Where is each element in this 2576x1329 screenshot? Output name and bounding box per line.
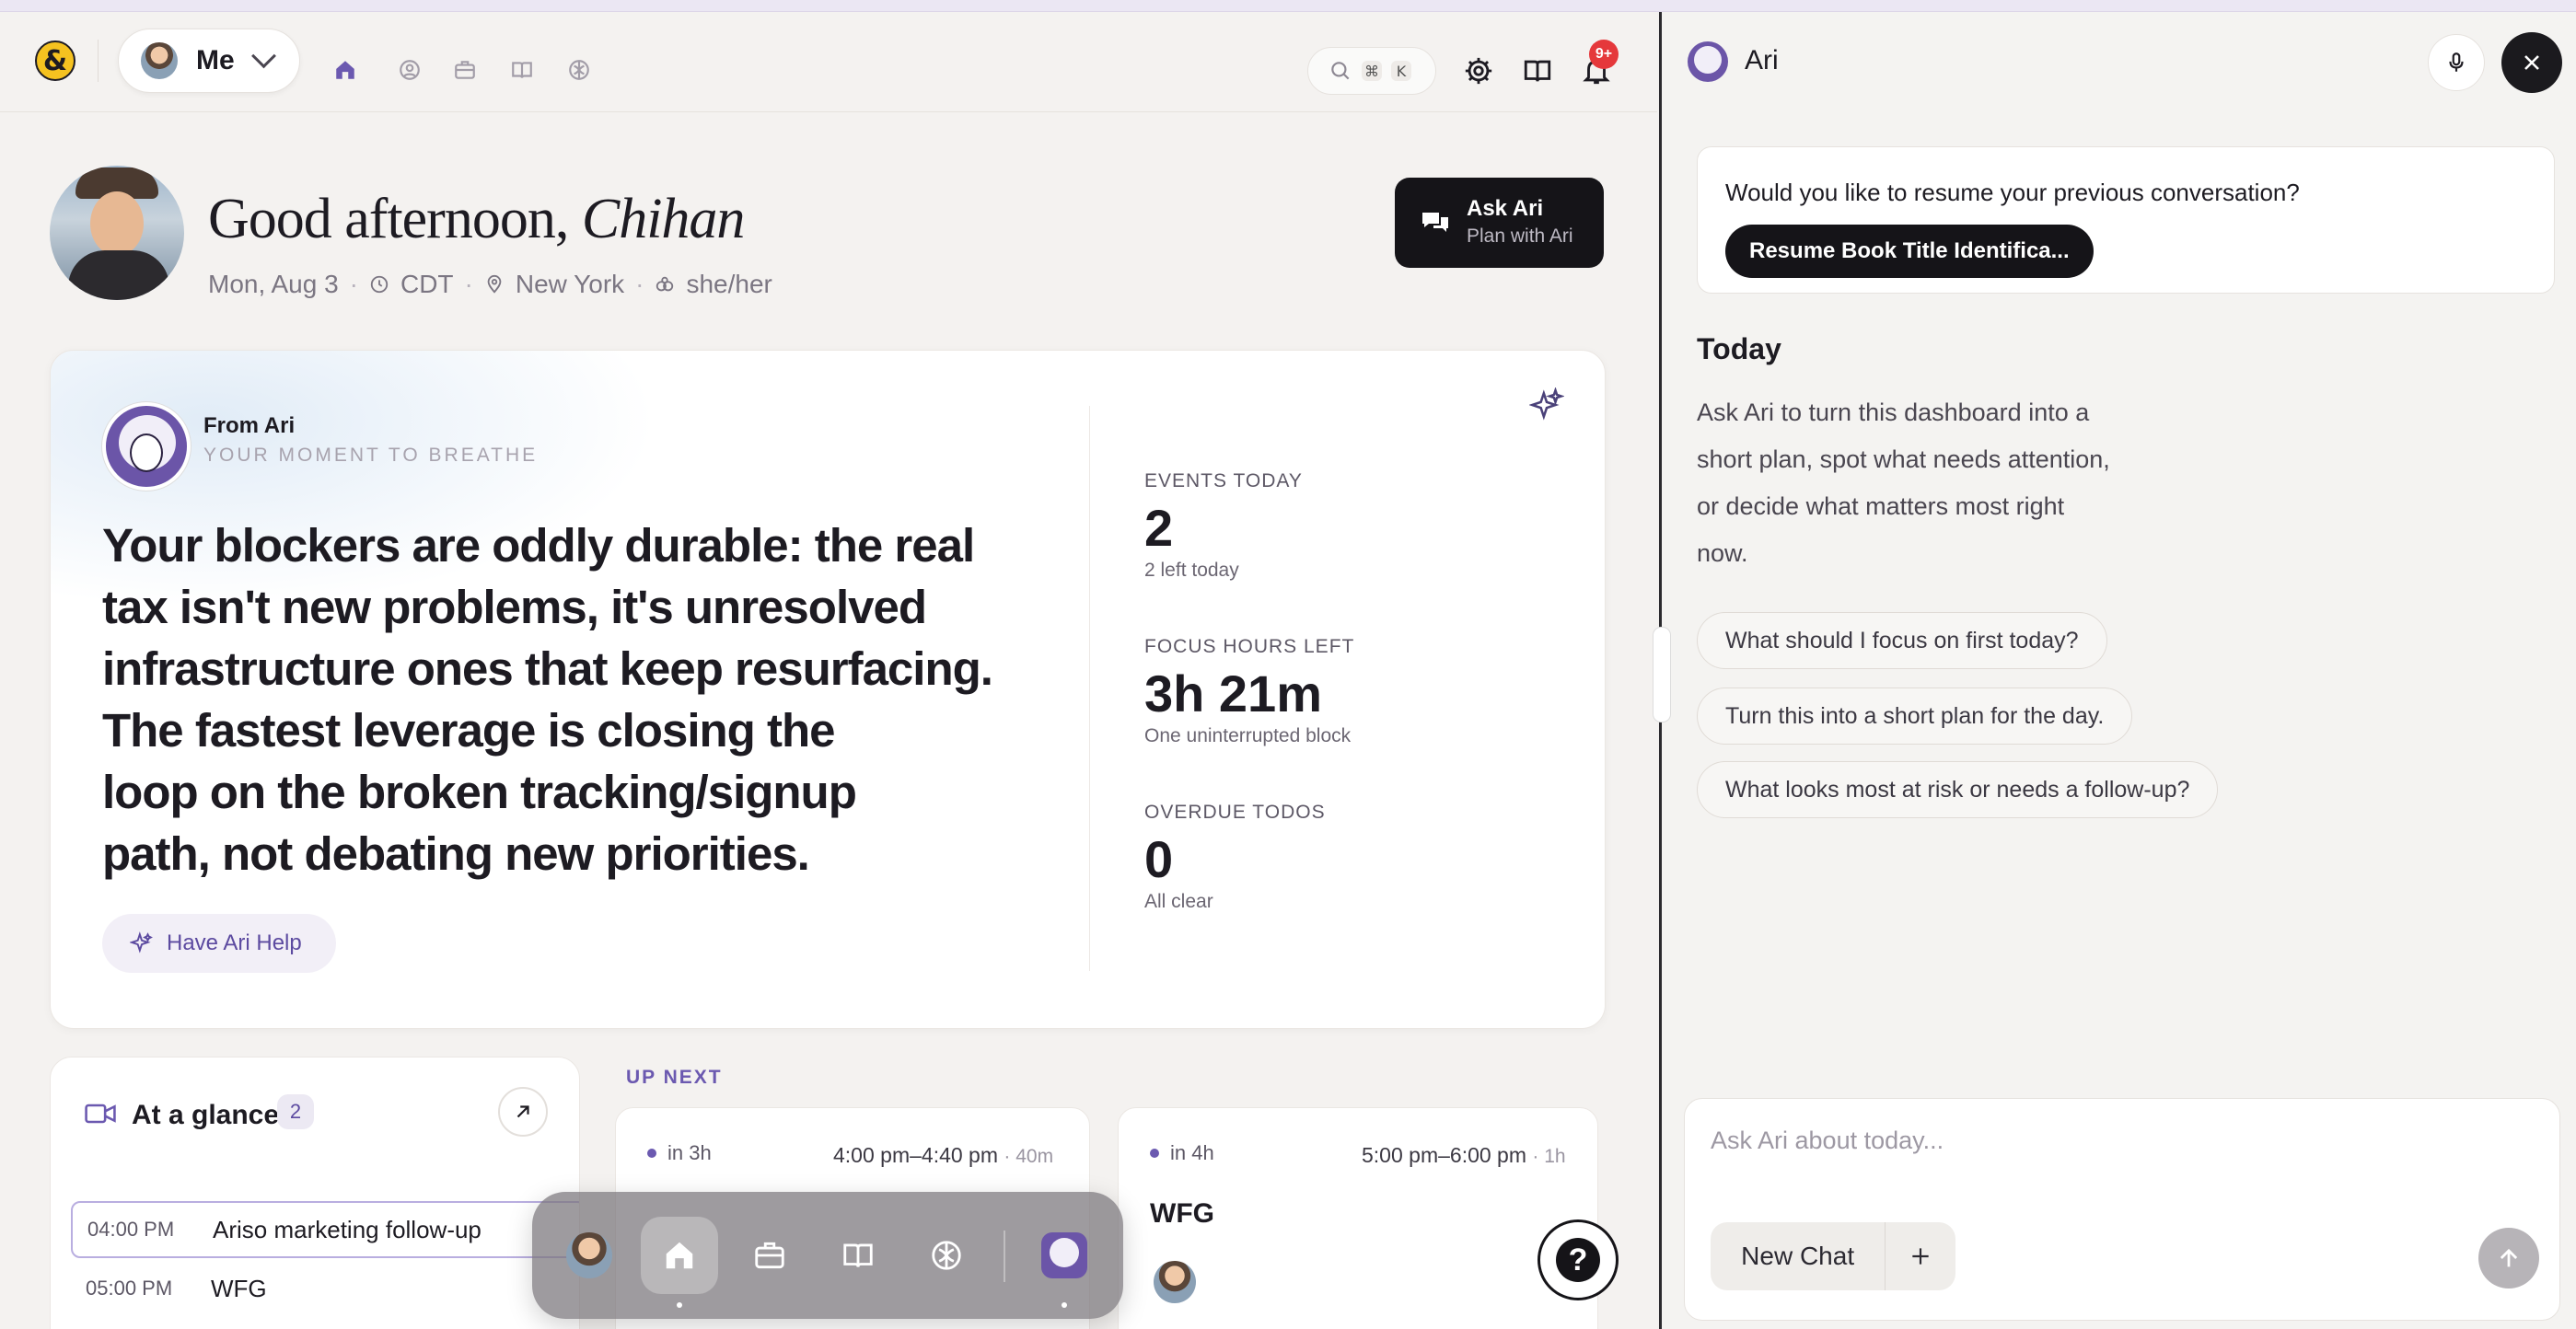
app-logo[interactable]: & [35, 40, 75, 81]
at-a-glance-count: 2 [277, 1094, 314, 1129]
question-mark-icon: ? [1556, 1238, 1600, 1282]
clock-icon [370, 275, 389, 294]
nav-briefcase-icon[interactable] [451, 56, 479, 84]
nav-book-icon[interactable] [508, 56, 536, 84]
suggestion-chip[interactable]: What should I focus on first today? [1697, 612, 2107, 669]
header-divider [98, 40, 99, 82]
arrow-up-right-icon [516, 1105, 529, 1118]
up-next-label: UP NEXT [626, 1067, 723, 1088]
ask-ari-subtitle: Plan with Ari [1467, 225, 1573, 247]
notifications-badge: 9+ [1589, 40, 1619, 69]
open-external-button[interactable] [498, 1087, 548, 1137]
nav-home-icon[interactable] [331, 56, 359, 84]
dock-separator [1004, 1231, 1005, 1282]
top-header: & Me ⌘ K 9+ [0, 12, 1657, 112]
shortcut-key-cmd: ⌘ [1362, 61, 1382, 81]
close-icon [2524, 55, 2539, 70]
card-subtitle: YOUR MOMENT TO BREATHE [203, 445, 539, 466]
library-book-icon[interactable] [1521, 54, 1554, 87]
dock-briefcase[interactable] [731, 1217, 808, 1294]
insight-quote: Your blockers are oddly durable: the rea… [102, 519, 993, 880]
user-avatar [566, 1232, 612, 1278]
shortcut-key-k: K [1391, 61, 1411, 81]
arrow-up-icon [2500, 1248, 2518, 1267]
ari-chat-panel: Ari Would you like to resume your previo… [1653, 12, 2576, 1329]
help-button[interactable]: ? [1537, 1219, 1619, 1300]
video-camera-icon [85, 1104, 116, 1124]
composer-input[interactable]: Ask Ari about today... [1711, 1127, 1944, 1155]
ari-avatar [1688, 41, 1728, 82]
nav-brain-icon[interactable] [565, 56, 593, 84]
briefcase-icon [755, 1242, 784, 1269]
ari-avatar [1041, 1232, 1087, 1278]
panel-resize-handle[interactable] [1653, 627, 1671, 722]
dock-ari[interactable] [1026, 1217, 1103, 1294]
dock-brain[interactable] [908, 1217, 985, 1294]
glance-item[interactable]: 04:00 PM Ariso marketing follow-up [71, 1201, 579, 1258]
ari-avatar [102, 402, 191, 491]
settings-gear-icon[interactable] [1462, 54, 1495, 87]
book-icon [843, 1243, 873, 1267]
chat-bubbles-icon [1421, 209, 1450, 241]
location-text: New York [515, 270, 625, 298]
chat-composer[interactable]: Ask Ari about today... New Chat [1684, 1098, 2560, 1321]
dock-profile[interactable] [551, 1217, 628, 1294]
chevron-down-icon [250, 42, 276, 68]
card-from: From Ari [203, 413, 296, 438]
timezone-text: CDT [400, 270, 454, 298]
add-button[interactable] [1885, 1222, 1955, 1290]
ai-sparkle-icon[interactable] [1528, 387, 1565, 427]
resume-conversation-button[interactable]: Resume Book Title Identifica... [1725, 225, 2094, 278]
ask-ari-title: Ask Ari [1467, 196, 1544, 221]
brain-icon [932, 1241, 961, 1270]
at-a-glance-title: At a glance [132, 1100, 280, 1130]
ask-ari-button[interactable]: Ask Ari Plan with Ari [1395, 178, 1604, 268]
nav-people-icon[interactable] [396, 56, 424, 84]
resume-question: Would you like to resume your previous c… [1725, 179, 2300, 206]
attendee-avatar [1154, 1261, 1196, 1303]
stat-focus-hours: FOCUS HOURS LEFT 3h 21m One uninterrupte… [1144, 636, 1355, 746]
user-profile-photo[interactable] [50, 166, 184, 300]
pronouns-text: she/her [686, 270, 772, 298]
suggestion-chip[interactable]: Turn this into a short plan for the day. [1697, 688, 2133, 745]
new-chat-group: New Chat [1711, 1222, 1955, 1290]
stat-events-today: EVENTS TODAY 2 2 left today [1144, 470, 1303, 581]
stat-overdue-todos: OVERDUE TODOS 0 All clear [1144, 802, 1326, 912]
microphone-button[interactable] [2428, 34, 2485, 91]
greeting-meta: Mon, Aug 3 · CDT · New York · she/her [208, 270, 772, 298]
glance-item[interactable]: 05:00 PM WFG [71, 1260, 267, 1317]
suggestion-chip[interactable]: What looks most at risk or needs a follo… [1697, 761, 2219, 818]
pronouns-icon [656, 276, 674, 292]
dashboard: & Me ⌘ K 9+ Good afternoon, Chihan Mon, … [0, 12, 1657, 1329]
search-icon [1331, 62, 1350, 80]
location-pin-icon [487, 274, 502, 294]
dock-home[interactable] [641, 1217, 718, 1294]
plus-icon [1912, 1248, 1929, 1265]
sparkle-icon [130, 931, 153, 953]
home-icon [666, 1242, 693, 1269]
new-chat-button[interactable]: New Chat [1711, 1242, 1885, 1271]
today-description: Ask Ari to turn this dashboard into a sh… [1697, 399, 2110, 567]
at-a-glance-card: At a glance 2 04:00 PM Ariso marketing f… [50, 1057, 580, 1329]
today-heading: Today [1697, 332, 1781, 365]
event-card[interactable]: in 4h 5:00 pm–6:00 pm · 1h WFG [1118, 1107, 1598, 1329]
profile-name: Me [196, 45, 235, 75]
close-panel-button[interactable] [2501, 32, 2562, 93]
event-name: WFG [1150, 1198, 1214, 1229]
profile-switcher[interactable]: Me [118, 29, 300, 93]
card-divider [1089, 406, 1090, 971]
microphone-icon [2449, 52, 2464, 72]
user-avatar [141, 42, 178, 79]
dock-book[interactable] [819, 1217, 897, 1294]
insight-card: From Ari YOUR MOMENT TO BREATHE Your blo… [50, 350, 1606, 1029]
send-button[interactable] [2478, 1228, 2539, 1289]
window-top-strip [0, 0, 2576, 12]
bottom-dock [532, 1192, 1123, 1319]
date-text: Mon, Aug 3 [208, 270, 339, 298]
resume-conversation-card: Would you like to resume your previous c… [1697, 146, 2555, 294]
panel-title: Ari [1745, 45, 1779, 75]
have-ari-help-button[interactable]: Have Ari Help [102, 914, 336, 973]
greeting-title: Good afternoon, Chihan [208, 188, 745, 250]
search-button[interactable]: ⌘ K [1307, 47, 1436, 95]
